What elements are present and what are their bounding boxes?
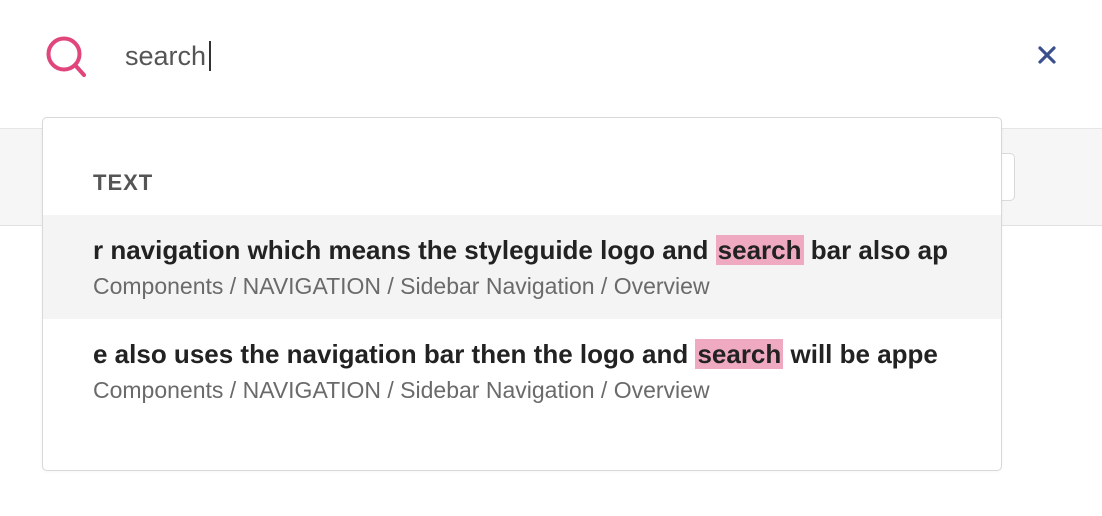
text-caret [209,41,211,71]
search-result-item[interactable]: e also uses the navigation bar then the … [43,319,1001,423]
results-section-heading: TEXT [93,170,154,195]
result-title: e also uses the navigation bar then the … [93,339,938,369]
close-button[interactable] [1030,40,1064,74]
match-highlight: search [695,339,784,369]
search-bar [0,0,1102,112]
close-icon [1037,45,1057,70]
match-highlight: search [715,235,804,265]
result-breadcrumb: Components / NAVIGATION / Sidebar Naviga… [93,377,710,403]
result-breadcrumb: Components / NAVIGATION / Sidebar Naviga… [93,273,710,299]
search-page: TEXT r navigation which means the styleg… [0,0,1102,516]
search-results-dropdown: TEXT r navigation which means the styleg… [42,117,1002,471]
result-title: r navigation which means the styleguide … [93,235,948,265]
search-icon [44,35,90,79]
search-input[interactable] [125,34,985,78]
search-result-item[interactable]: r navigation which means the styleguide … [43,215,1001,319]
